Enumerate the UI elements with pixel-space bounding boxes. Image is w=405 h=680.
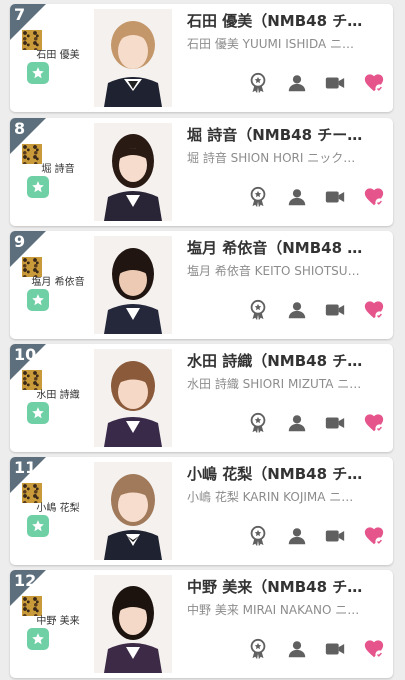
rank-number: 11 <box>14 458 37 477</box>
star-badge-icon <box>27 402 49 424</box>
rank-number: 12 <box>14 571 37 590</box>
member-card[interactable]: 11 小嶋 花梨 小嶋 花梨（NMB48 チ… 小嶋 花梨 KARIN KOJI… <box>10 457 393 565</box>
heart-check-icon[interactable] <box>362 411 386 435</box>
video-camera-icon[interactable] <box>323 411 347 435</box>
member-subtitle: 水田 詩織 SHIORI MIZUTA ニ… <box>187 377 362 391</box>
video-camera-icon[interactable] <box>323 524 347 548</box>
star-badge-icon <box>27 628 49 650</box>
member-photo[interactable] <box>94 349 172 447</box>
award-ribbon-icon[interactable] <box>246 298 270 322</box>
rank-number: 7 <box>14 5 26 24</box>
action-bar <box>246 297 386 323</box>
heart-check-icon[interactable] <box>362 637 386 661</box>
member-subtitle: 堀 詩音 SHION HORI ニック… <box>187 151 356 165</box>
user-profile-icon[interactable] <box>285 71 309 95</box>
action-bar <box>246 184 386 210</box>
member-photo[interactable] <box>94 575 172 673</box>
member-card[interactable]: 10 水田 詩織 水田 詩織（NMB48 チ… 水田 詩織 SHIORI MIZ… <box>10 344 393 452</box>
member-short-name: 中野 美来 <box>36 616 80 627</box>
star-badge-icon <box>27 289 49 311</box>
user-profile-icon[interactable] <box>285 411 309 435</box>
member-card[interactable]: 12 中野 美来 中野 美来（NMB48 チ… 中野 美来 MIRAI NAKA… <box>10 570 393 678</box>
video-camera-icon[interactable] <box>323 298 347 322</box>
member-photo[interactable] <box>94 123 172 221</box>
heart-check-icon[interactable] <box>362 298 386 322</box>
action-bar <box>246 636 386 662</box>
award-ribbon-icon[interactable] <box>246 185 270 209</box>
heart-check-icon[interactable] <box>362 185 386 209</box>
video-camera-icon[interactable] <box>323 637 347 661</box>
member-photo[interactable] <box>94 236 172 334</box>
member-title[interactable]: 塩月 希依音（NMB48 … <box>187 237 387 258</box>
member-short-name: 堀 詩音 <box>41 164 75 175</box>
star-badge-icon <box>27 176 49 198</box>
video-camera-icon[interactable] <box>323 185 347 209</box>
member-title[interactable]: 中野 美来（NMB48 チ… <box>187 576 387 597</box>
rank-number: 9 <box>14 232 26 251</box>
member-title[interactable]: 堀 詩音（NMB48 チー… <box>187 124 387 145</box>
user-profile-icon[interactable] <box>285 524 309 548</box>
member-short-name: 塩月 希依音 <box>31 277 85 288</box>
member-subtitle: 塩月 希依音 KEITO SHIOTSU… <box>187 264 360 278</box>
star-badge-icon <box>27 62 49 84</box>
user-profile-icon[interactable] <box>285 298 309 322</box>
member-title[interactable]: 小嶋 花梨（NMB48 チ… <box>187 463 387 484</box>
member-title[interactable]: 石田 優美（NMB48 チ… <box>187 10 387 31</box>
action-bar <box>246 70 386 96</box>
member-short-name: 石田 優美 <box>36 50 80 61</box>
member-ranking-list: 7 石田 優美 石田 優美（NMB48 チ… 石田 優美 YUUMI ISHID… <box>0 0 405 680</box>
member-photo[interactable] <box>94 462 172 560</box>
member-subtitle: 石田 優美 YUUMI ISHIDA ニ… <box>187 37 355 51</box>
rank-number: 8 <box>14 119 26 138</box>
heart-check-icon[interactable] <box>362 71 386 95</box>
heart-check-icon[interactable] <box>362 524 386 548</box>
action-bar <box>246 523 386 549</box>
star-badge-icon <box>27 515 49 537</box>
award-ribbon-icon[interactable] <box>246 637 270 661</box>
award-ribbon-icon[interactable] <box>246 71 270 95</box>
video-camera-icon[interactable] <box>323 71 347 95</box>
member-photo[interactable] <box>94 9 172 107</box>
award-ribbon-icon[interactable] <box>246 411 270 435</box>
user-profile-icon[interactable] <box>285 185 309 209</box>
action-bar <box>246 410 386 436</box>
member-short-name: 水田 詩織 <box>36 390 80 401</box>
member-short-name: 小嶋 花梨 <box>36 503 80 514</box>
rank-number: 10 <box>14 345 37 364</box>
user-profile-icon[interactable] <box>285 637 309 661</box>
member-card[interactable]: 8 堀 詩音 堀 詩音（NMB48 チー… 堀 詩音 SHION HORI ニッ… <box>10 118 393 226</box>
award-ribbon-icon[interactable] <box>246 524 270 548</box>
member-card[interactable]: 9 塩月 希依音 塩月 希依音（NMB48 … 塩月 希依音 KEITO SHI… <box>10 231 393 339</box>
member-card[interactable]: 7 石田 優美 石田 優美（NMB48 チ… 石田 優美 YUUMI ISHID… <box>10 4 393 112</box>
member-subtitle: 中野 美来 MIRAI NAKANO ニ… <box>187 603 360 617</box>
member-title[interactable]: 水田 詩織（NMB48 チ… <box>187 350 387 371</box>
member-subtitle: 小嶋 花梨 KARIN KOJIMA ニ… <box>187 490 354 504</box>
